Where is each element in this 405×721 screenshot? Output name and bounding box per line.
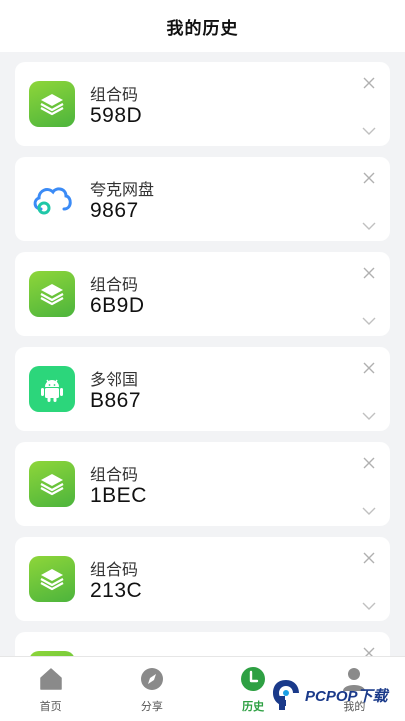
expand-button[interactable] (360, 599, 378, 613)
close-icon (363, 362, 375, 374)
history-item[interactable] (15, 632, 390, 656)
close-icon (363, 457, 375, 469)
tab-home[interactable]: 首页 (0, 657, 101, 721)
chevron-down-icon (362, 222, 376, 230)
close-icon (363, 172, 375, 184)
delete-button[interactable] (360, 644, 378, 656)
chevron-down-icon (362, 127, 376, 135)
history-list[interactable]: 组合码 598D 夸克网盘 9867 组合码 6B9D 多邻国 B867 组合码… (0, 52, 405, 656)
history-item[interactable]: 组合码 598D (15, 62, 390, 146)
close-icon (363, 647, 375, 656)
layers-icon (29, 556, 75, 602)
watermark: PCPOP下载 (271, 672, 405, 718)
history-item[interactable]: 组合码 213C (15, 537, 390, 621)
delete-button[interactable] (360, 264, 378, 282)
share-code: 9867 (90, 199, 139, 222)
delete-button[interactable] (360, 74, 378, 92)
watermark-logo-icon (273, 680, 299, 710)
share-code: 1BEC (90, 484, 147, 507)
tab-label: 首页 (39, 700, 62, 713)
expand-button[interactable] (360, 504, 378, 518)
share-code: 213C (90, 579, 143, 602)
chevron-down-icon (362, 507, 376, 515)
tab-share[interactable]: 分享 (101, 657, 202, 721)
app-name: 组合码 (90, 465, 139, 484)
tab-label: 分享 (140, 700, 163, 713)
chevron-down-icon (362, 412, 376, 420)
layers-icon (29, 461, 75, 507)
clock-icon (240, 666, 266, 692)
compass-icon (139, 666, 165, 692)
expand-button[interactable] (360, 124, 378, 138)
share-code: 6B9D (90, 294, 145, 317)
expand-button[interactable] (360, 314, 378, 328)
expand-button[interactable] (360, 409, 378, 423)
cloud-icon (29, 176, 75, 222)
close-icon (363, 552, 375, 564)
history-item[interactable]: 组合码 6B9D (15, 252, 390, 336)
app-name: 组合码 (90, 275, 139, 294)
delete-button[interactable] (360, 549, 378, 567)
delete-button[interactable] (360, 359, 378, 377)
home-icon (38, 666, 64, 692)
top-bar: 我的历史 (0, 0, 405, 52)
app-name: 夸克网盘 (90, 180, 155, 199)
delete-button[interactable] (360, 169, 378, 187)
history-item[interactable]: 组合码 1BEC (15, 442, 390, 526)
page-title: 我的历史 (166, 18, 239, 39)
app-name: 组合码 (90, 560, 139, 579)
close-icon (363, 77, 375, 89)
android-icon (29, 366, 75, 412)
close-icon (363, 267, 375, 279)
tab-label: 历史 (242, 700, 265, 713)
chevron-down-icon (362, 602, 376, 610)
share-code: B867 (90, 389, 142, 412)
layers-icon (29, 81, 75, 127)
chevron-down-icon (362, 317, 376, 325)
delete-button[interactable] (360, 454, 378, 472)
expand-button[interactable] (360, 219, 378, 233)
history-item[interactable]: 夸克网盘 9867 (15, 157, 390, 241)
app-name: 组合码 (90, 85, 139, 104)
app-name: 多邻国 (90, 370, 139, 389)
watermark-text: PCPOP下载 (305, 687, 388, 705)
share-code: 598D (90, 104, 143, 127)
history-item[interactable]: 多邻国 B867 (15, 347, 390, 431)
layers-icon (29, 271, 75, 317)
